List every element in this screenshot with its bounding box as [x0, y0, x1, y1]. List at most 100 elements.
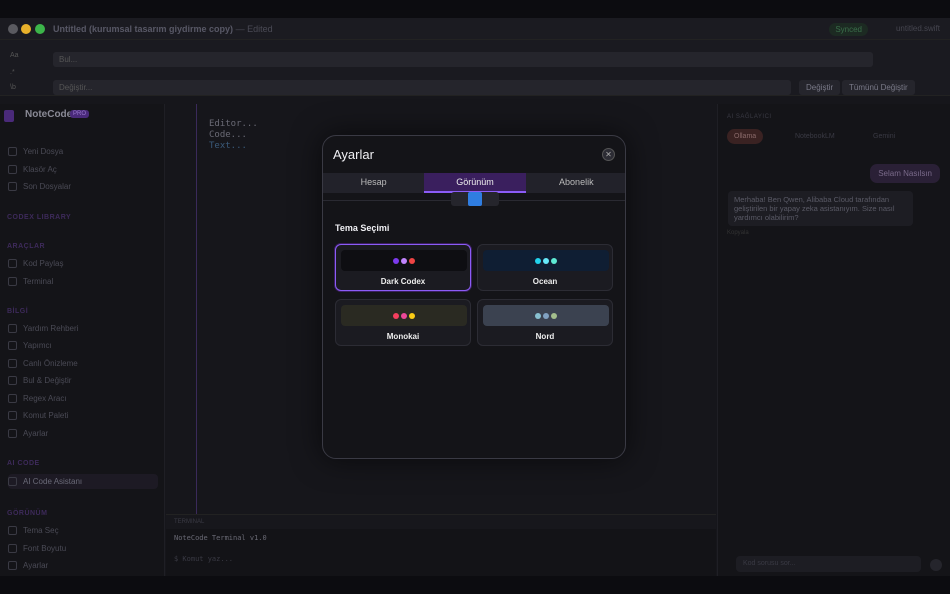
- color-dot: [401, 257, 407, 264]
- synced-badge: Synced: [829, 23, 868, 36]
- sidebar-item-recent[interactable]: Son Dosyalar: [8, 182, 158, 191]
- provider-gemini[interactable]: Gemini: [866, 129, 902, 144]
- editor-text[interactable]: Editor... Code... Text...: [209, 119, 258, 152]
- section-ai-code: AI CODE: [7, 460, 40, 467]
- sidebar-item-preview[interactable]: Canlı Önizleme: [8, 359, 158, 368]
- sidebar-item-terminal[interactable]: Terminal: [8, 277, 158, 286]
- app-name: NoteCode: [25, 109, 73, 120]
- case-toggle[interactable]: Aa: [10, 52, 19, 59]
- theme-card-ocean[interactable]: Ocean: [477, 244, 613, 291]
- theme-preview: [483, 305, 609, 326]
- color-dot: [551, 257, 557, 264]
- ai-panel: AI SAĞLAYICI Ollama NotebookLM Gemini Se…: [717, 104, 950, 576]
- sidebar-item-share[interactable]: Kod Paylaş: [8, 259, 158, 268]
- section-tools: ARAÇLAR: [7, 243, 46, 250]
- color-dot: [409, 257, 415, 264]
- color-dot: [409, 312, 415, 319]
- color-dot: [551, 312, 557, 319]
- provider-notebooklm[interactable]: NotebookLM: [788, 129, 842, 144]
- close-window-button[interactable]: [8, 24, 18, 34]
- minimize-window-button[interactable]: [21, 24, 31, 34]
- replace-button[interactable]: Değiştir: [799, 80, 841, 95]
- replace-input[interactable]: Değiştir...: [53, 80, 791, 95]
- find-input[interactable]: Bul...: [53, 52, 873, 67]
- terminal-input[interactable]: $ Komut yaz...: [166, 547, 716, 571]
- theme-name: Dark Codex: [380, 277, 426, 286]
- color-dot: [543, 257, 549, 264]
- sidebar-item-regex[interactable]: Regex Aracı: [8, 394, 158, 403]
- ai-input[interactable]: Kod sorusu sor...: [736, 556, 921, 572]
- theme-name: Monokai: [386, 332, 420, 341]
- color-dot: [393, 257, 399, 264]
- code-line: Text...: [209, 141, 247, 151]
- assistant-message: Merhaba! Ben Qwen, Alibaba Cloud tarafın…: [728, 191, 913, 226]
- color-dot: [535, 312, 541, 319]
- command-icon: [8, 411, 17, 420]
- section-info: BİLGİ: [7, 308, 29, 315]
- regex-icon: [8, 394, 17, 403]
- sidebar-item-help[interactable]: Yardım Rehberi: [8, 324, 158, 333]
- color-dot: [535, 257, 541, 264]
- tab-appearance[interactable]: Görünüm: [424, 173, 526, 193]
- app-logo-icon: [4, 110, 14, 122]
- eye-icon: [8, 359, 17, 368]
- window-title: Untitled (kurumsal tasarım giydirme copy…: [53, 24, 273, 34]
- theme-preview: [341, 250, 467, 271]
- ai-provider-header: AI SAĞLAYICI: [727, 114, 772, 120]
- sidebar-item-font-size[interactable]: Font Boyutu: [8, 544, 158, 553]
- theme-name: Ocean: [532, 277, 558, 286]
- sidebar-item-find-replace[interactable]: Bul & Değiştir: [8, 376, 158, 385]
- color-dot: [401, 312, 407, 319]
- sidebar-item-open-folder[interactable]: Klasör Aç: [8, 165, 158, 174]
- theme-preview: [341, 305, 467, 326]
- sidebar-item-settings[interactable]: Ayarlar: [8, 429, 158, 438]
- theme-name: Nord: [535, 332, 555, 341]
- font-size-icon: [8, 544, 17, 553]
- sidebar-item-author[interactable]: Yapımcı: [8, 341, 158, 350]
- tab-account[interactable]: Hesap: [323, 173, 424, 193]
- theme-card-dark-codex[interactable]: Dark Codex: [335, 244, 471, 291]
- terminal-header: TERMINAL: [166, 515, 716, 529]
- word-toggle[interactable]: \b: [10, 84, 16, 91]
- theme-section-title: Tema Seçimi: [335, 223, 390, 233]
- sidebar-item-command-palette[interactable]: Komut Paleti: [8, 411, 158, 420]
- help-icon: [8, 324, 17, 333]
- sidebar-item-new-file[interactable]: Yeni Dosya: [8, 147, 158, 156]
- modal-title: Ayarlar: [333, 147, 374, 162]
- regex-toggle[interactable]: .*: [10, 69, 15, 76]
- provider-ollama[interactable]: Ollama: [727, 129, 764, 144]
- code-line: Editor...: [209, 119, 258, 129]
- gear-icon: [8, 429, 17, 438]
- gear-icon: [8, 561, 17, 570]
- user-message: Selam Nasılsın: [870, 164, 940, 183]
- section-view: GÖRÜNÜM: [7, 510, 48, 517]
- file-name: untitled.swift: [895, 24, 940, 33]
- sidebar-item-ai-assistant[interactable]: AI Code Asistanı: [8, 474, 158, 489]
- close-icon[interactable]: ✕: [602, 148, 615, 161]
- zoom-window-button[interactable]: [35, 24, 45, 34]
- send-icon[interactable]: [930, 559, 942, 571]
- theme-card-nord[interactable]: Nord: [477, 299, 613, 346]
- editor-gutter: [196, 104, 197, 514]
- share-icon: [8, 259, 17, 268]
- theme-card-monokai[interactable]: Monokai: [335, 299, 471, 346]
- sidebar-item-theme[interactable]: Tema Seç: [8, 526, 158, 535]
- file-plus-icon: [8, 147, 17, 156]
- pro-badge: PRO: [70, 110, 90, 118]
- settings-tabs: Hesap Görünüm Abonelik: [323, 173, 625, 193]
- copy-button[interactable]: Kopyala: [727, 230, 749, 236]
- sidebar-item-view-settings[interactable]: Ayarlar: [8, 561, 158, 570]
- title-bar: Untitled (kurumsal tasarım giydirme copy…: [0, 18, 950, 40]
- find-replace-bar: Aa .* \b Bul... Değiştir... Değiştir Tüm…: [0, 40, 950, 96]
- theme-preview: [483, 250, 609, 271]
- drag-handle[interactable]: [451, 192, 499, 206]
- terminal-output: NoteCode Terminal v1.0: [174, 534, 267, 542]
- palette-icon: [8, 526, 17, 535]
- terminal-icon: [8, 277, 17, 286]
- replace-all-button[interactable]: Tümünü Değiştir: [842, 80, 915, 95]
- sparkle-icon: [8, 477, 17, 486]
- settings-modal: Ayarlar ✕ Hesap Görünüm Abonelik Tema Se…: [322, 135, 626, 459]
- search-icon: [8, 376, 17, 385]
- tab-subscription[interactable]: Abonelik: [526, 173, 625, 193]
- section-library[interactable]: CODEX LIBRARY: [7, 214, 71, 221]
